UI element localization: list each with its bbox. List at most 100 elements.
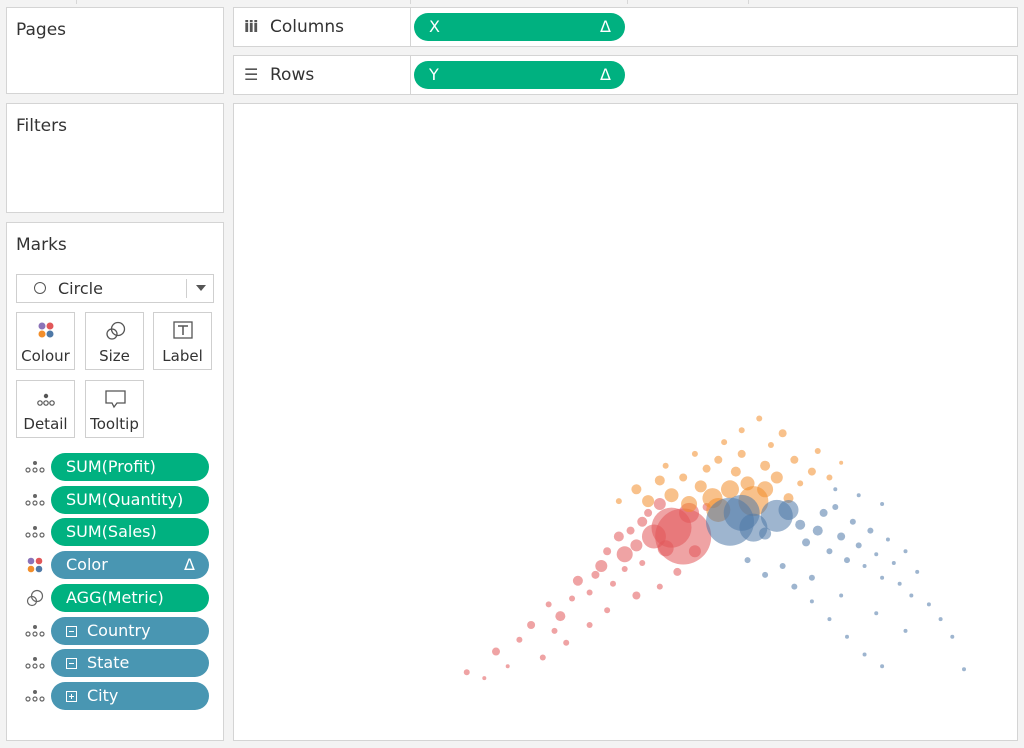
scatter-point[interactable]	[837, 532, 846, 541]
scatter-point[interactable]	[492, 647, 500, 656]
scatter-point[interactable]	[855, 542, 862, 549]
detail-button[interactable]: Detail	[16, 380, 75, 438]
scatter-point[interactable]	[694, 480, 707, 493]
scatter-point[interactable]	[545, 601, 552, 608]
scatter-point[interactable]	[642, 495, 655, 508]
scatter-point[interactable]	[539, 654, 546, 661]
scatter-point[interactable]	[808, 574, 815, 581]
scatter-point[interactable]	[797, 480, 804, 487]
scatter-point[interactable]	[819, 508, 828, 517]
field-pill[interactable]: AGG(Metric)	[51, 583, 209, 612]
scatter-point[interactable]	[653, 498, 666, 511]
scatter-point[interactable]	[679, 473, 688, 482]
field-pill[interactable]: City	[51, 681, 209, 710]
scatter-point[interactable]	[630, 539, 643, 552]
scatter-point[interactable]	[610, 580, 616, 587]
filters-card[interactable]: Filters	[6, 103, 224, 213]
field-pill[interactable]: Color Δ	[51, 551, 209, 580]
scatter-point[interactable]	[844, 557, 850, 564]
scatter-point[interactable]	[778, 429, 787, 438]
scatter-point[interactable]	[903, 549, 908, 554]
chevron-down-icon[interactable]	[196, 285, 206, 291]
scatter-point[interactable]	[791, 583, 798, 590]
size-button[interactable]: Size	[85, 312, 144, 370]
scatter-point[interactable]	[730, 466, 741, 477]
scatter-point[interactable]	[767, 442, 774, 449]
scatter-point[interactable]	[505, 664, 510, 669]
scatter-point[interactable]	[839, 460, 844, 465]
scatter-point[interactable]	[516, 636, 523, 643]
pages-card[interactable]: Pages	[6, 7, 224, 94]
scatter-point[interactable]	[637, 516, 648, 527]
scatter-point[interactable]	[938, 617, 943, 622]
scatter-point[interactable]	[885, 537, 890, 542]
scatter-point[interactable]	[862, 564, 867, 568]
scatter-point[interactable]	[874, 552, 879, 557]
field-pill[interactable]: Country	[51, 616, 209, 645]
colour-button[interactable]: Colour	[16, 312, 75, 370]
scatter-point[interactable]	[867, 527, 874, 534]
scatter-point[interactable]	[613, 531, 624, 542]
columns-shelf[interactable]: iii Columns X Δ	[233, 7, 1018, 47]
scatter-point[interactable]	[950, 634, 955, 639]
columns-pill-x[interactable]: X Δ	[414, 13, 625, 41]
scatter-point[interactable]	[802, 538, 811, 547]
scatter-point[interactable]	[903, 628, 908, 633]
scatter-point[interactable]	[572, 575, 583, 586]
scatter-point[interactable]	[631, 484, 642, 495]
scatter-point[interactable]	[737, 449, 746, 458]
scatter-plot[interactable]	[234, 104, 1017, 740]
scatter-point[interactable]	[832, 504, 839, 510]
scatter-point[interactable]	[702, 464, 711, 473]
scatter-point[interactable]	[681, 496, 698, 513]
scatter-point[interactable]	[603, 547, 612, 556]
scatter-point[interactable]	[569, 595, 576, 602]
scatter-point[interactable]	[762, 571, 769, 578]
scatter-point[interactable]	[880, 664, 885, 669]
scatter-point[interactable]	[880, 575, 885, 580]
scatter-point[interactable]	[463, 669, 470, 676]
scatter-point[interactable]	[891, 561, 896, 566]
scatter-point[interactable]	[915, 569, 920, 574]
scatter-point[interactable]	[790, 455, 799, 464]
scatter-point[interactable]	[756, 415, 763, 422]
scatter-point[interactable]	[688, 545, 701, 558]
scatter-point[interactable]	[926, 602, 931, 607]
expand-icon[interactable]	[66, 690, 77, 702]
scatter-point[interactable]	[809, 599, 814, 604]
scatter-point[interactable]	[833, 487, 838, 492]
scatter-point[interactable]	[586, 589, 593, 596]
scatter-point[interactable]	[482, 676, 487, 681]
scatter-point[interactable]	[779, 563, 786, 569]
field-pill[interactable]: SUM(Sales)	[51, 518, 209, 547]
scatter-point[interactable]	[795, 519, 806, 530]
rows-pill-y[interactable]: Y Δ	[414, 61, 625, 89]
scatter-point[interactable]	[632, 591, 641, 600]
collapse-icon[interactable]	[66, 658, 77, 670]
scatter-point[interactable]	[621, 565, 628, 572]
scatter-point[interactable]	[644, 508, 653, 517]
scatter-point[interactable]	[738, 427, 745, 434]
scatter-point[interactable]	[807, 467, 816, 476]
rows-shelf[interactable]: ☰ Rows Y Δ	[233, 55, 1018, 95]
scatter-point[interactable]	[839, 593, 844, 598]
scatter-point[interactable]	[664, 488, 679, 503]
scatter-point[interactable]	[626, 526, 635, 535]
scatter-point[interactable]	[639, 560, 646, 567]
scatter-point[interactable]	[662, 462, 669, 469]
scatter-point[interactable]	[721, 439, 728, 446]
scatter-point[interactable]	[814, 447, 821, 454]
scatter-point[interactable]	[591, 570, 600, 579]
scatter-point[interactable]	[744, 557, 751, 564]
collapse-icon[interactable]	[66, 625, 77, 637]
scatter-point[interactable]	[555, 611, 566, 622]
scatter-point[interactable]	[595, 560, 608, 572]
scatter-point[interactable]	[616, 546, 633, 563]
scatter-point[interactable]	[856, 493, 861, 498]
field-pill[interactable]: SUM(Quantity)	[51, 485, 209, 514]
scatter-point[interactable]	[826, 474, 833, 481]
field-pill[interactable]: State	[51, 649, 209, 678]
scatter-point[interactable]	[721, 480, 739, 499]
scatter-point[interactable]	[962, 667, 966, 672]
scatter-point[interactable]	[760, 460, 771, 471]
